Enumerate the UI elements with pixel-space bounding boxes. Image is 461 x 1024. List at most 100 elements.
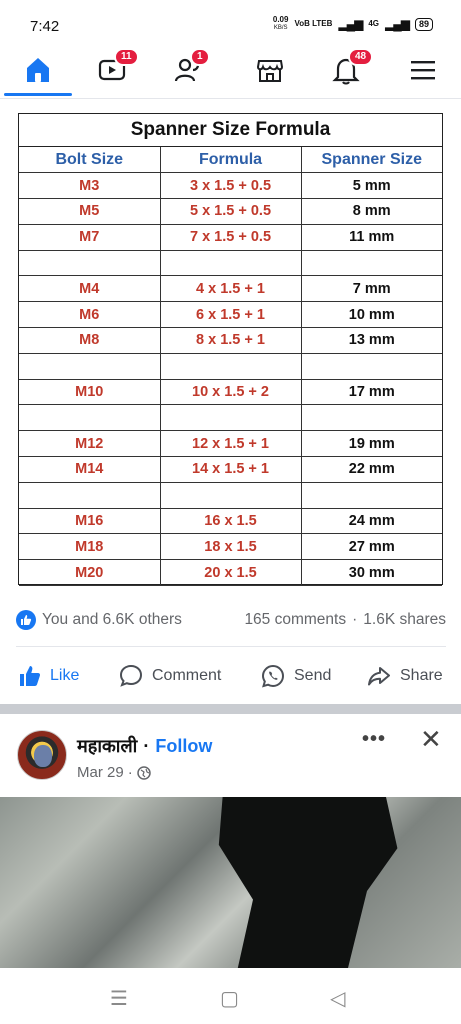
reactions-divider [16, 646, 446, 647]
table-row: M12 12 x 1.5 + 1 19 mm [19, 430, 442, 458]
table-row: M14 14 x 1.5 + 1 22 mm [19, 456, 442, 483]
shares-count[interactable]: 1.6K shares [363, 611, 446, 629]
battery-icon: 89 [414, 17, 433, 31]
table-title: Spanner Size Formula [19, 114, 442, 147]
post-meta: Mar 29 · [77, 764, 151, 781]
follow-button[interactable]: Follow [155, 736, 212, 757]
share-label: Share [400, 667, 443, 684]
table-row: M3 3 x 1.5 + 0.5 5 mm [19, 172, 442, 200]
share-icon [368, 667, 390, 686]
comments-count[interactable]: 165 comments [244, 611, 346, 629]
table-row: M18 18 x 1.5 27 mm [19, 533, 442, 561]
dot-separator: · [143, 735, 150, 756]
watch-badge: 11 [114, 48, 139, 66]
nav-watch[interactable]: 11 [92, 48, 139, 90]
table-row: M20 20 x 1.5 30 mm [19, 559, 442, 587]
nav-menu[interactable] [403, 50, 443, 90]
table-row: M5 5 x 1.5 + 0.5 8 mm [19, 198, 442, 225]
header-bolt-size: Bolt Size [19, 147, 161, 174]
spanner-size-cell [300, 404, 442, 432]
spanner-size-cell: 22 mm [300, 456, 442, 483]
volte-indicator: VoB LTEB [294, 19, 333, 28]
table-header-row: Bolt Size Formula Spanner Size [19, 147, 442, 174]
author-name[interactable]: महाकाली [77, 734, 137, 758]
spanner-size-cell: 8 mm [300, 198, 442, 225]
avatar[interactable] [17, 730, 67, 780]
marketplace-icon [256, 60, 284, 82]
network-speed: 0.09 KB/S [273, 16, 289, 32]
bolt-size-cell: M5 [19, 198, 161, 225]
nav-marketplace[interactable] [250, 50, 290, 90]
bolt-size-cell: M7 [19, 223, 161, 251]
status-bar: 7:42 0.09 KB/S VoB LTEB ▂▄▆ 4G ▂▄▆ 89 [0, 0, 461, 44]
bolt-size-cell: M16 [19, 507, 161, 535]
spanner-size-cell: 7 mm [300, 275, 442, 303]
back-icon[interactable]: ◁ [330, 986, 345, 1011]
table-row [19, 249, 442, 277]
formula-cell: 12 x 1.5 + 1 [159, 430, 302, 458]
bolt-size-cell: M3 [19, 172, 161, 200]
post-author-line: महाकाली · Follow [77, 734, 212, 758]
bolt-size-cell [19, 352, 161, 380]
active-tab-indicator [4, 93, 72, 96]
bolt-size-cell: M20 [19, 559, 161, 587]
formula-cell: 7 x 1.5 + 0.5 [159, 223, 302, 251]
bolt-size-cell: M8 [19, 327, 161, 354]
more-options-icon[interactable]: ••• [362, 728, 386, 751]
bolt-size-cell: M6 [19, 301, 161, 329]
share-button[interactable]: Share [366, 663, 443, 689]
menu-icon [411, 61, 435, 80]
spanner-size-cell: 10 mm [300, 301, 442, 329]
bolt-size-cell: M12 [19, 430, 161, 458]
spanner-size-cell [300, 352, 442, 380]
formula-cell: 18 x 1.5 [159, 533, 302, 561]
spanner-size-table[interactable]: Spanner Size Formula Bolt Size Formula S… [18, 113, 443, 587]
bolt-size-cell [19, 404, 161, 432]
formula-cell [159, 352, 302, 380]
formula-cell: 16 x 1.5 [159, 507, 302, 535]
bolt-size-cell [19, 249, 161, 277]
spanner-size-cell [300, 249, 442, 277]
send-label: Send [294, 667, 332, 684]
bolt-size-cell: M10 [19, 378, 161, 406]
like-label: Like [50, 667, 80, 684]
comment-button[interactable]: Comment [118, 663, 221, 689]
comment-icon [119, 664, 143, 687]
formula-cell: 5 x 1.5 + 0.5 [159, 198, 302, 225]
post-date[interactable]: Mar 29 [77, 764, 124, 781]
nav-home[interactable] [18, 50, 58, 90]
table-row: M10 10 x 1.5 + 2 17 mm [19, 378, 442, 406]
table-row [19, 352, 442, 380]
signal-icon: ▂▄▆ [338, 17, 363, 31]
notifications-badge: 48 [348, 48, 374, 66]
close-icon[interactable]: ✕ [420, 724, 442, 755]
engagement-counts: 165 comments · 1.6K shares [244, 611, 446, 629]
nav-notifications[interactable]: 48 [326, 48, 374, 90]
recent-apps-icon[interactable]: ☰ [110, 986, 128, 1011]
avatar-face [34, 745, 52, 767]
home-button-icon[interactable]: ▢ [220, 986, 239, 1011]
spanner-size-cell: 19 mm [300, 430, 442, 458]
bolt-size-cell: M4 [19, 275, 161, 303]
reactions-summary[interactable]: You and 6.6K others [16, 610, 182, 630]
send-button[interactable]: Send [260, 663, 331, 689]
table-row: M6 6 x 1.5 + 1 10 mm [19, 301, 442, 329]
header-spanner-size: Spanner Size [300, 147, 442, 174]
formula-cell [159, 481, 302, 509]
like-button[interactable]: Like [18, 664, 79, 688]
reactions-count: You and 6.6K others [42, 611, 182, 628]
formula-cell: 3 x 1.5 + 0.5 [159, 172, 302, 200]
table-row: M16 16 x 1.5 24 mm [19, 507, 442, 535]
status-time: 7:42 [30, 18, 60, 35]
formula-cell: 6 x 1.5 + 1 [159, 301, 302, 329]
spanner-size-cell: 11 mm [300, 223, 442, 251]
network-type: 4G [368, 19, 380, 28]
post-photo[interactable] [0, 797, 461, 968]
spanner-size-cell: 24 mm [300, 507, 442, 535]
nav-friends[interactable]: 1 [168, 48, 210, 90]
speed-unit: KB/S [273, 25, 288, 31]
formula-cell: 14 x 1.5 + 1 [159, 456, 302, 483]
bolt-size-cell: M18 [19, 533, 161, 561]
dot-separator: · [352, 611, 358, 628]
feed-separator [0, 704, 461, 714]
